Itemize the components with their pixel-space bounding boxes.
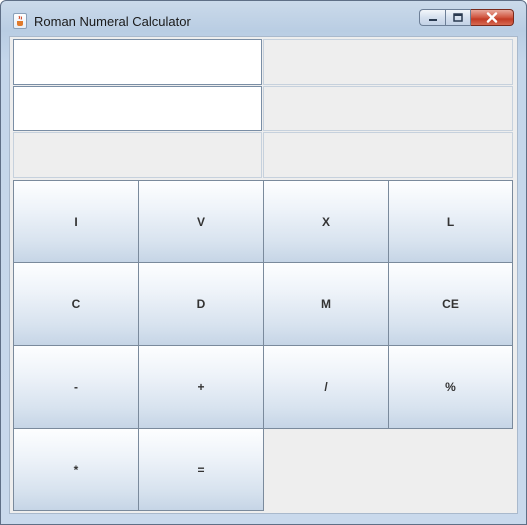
plus-button[interactable]: + xyxy=(138,345,264,429)
close-button[interactable] xyxy=(471,9,514,26)
key-x-button[interactable]: X xyxy=(263,180,389,263)
key-c-button[interactable]: C xyxy=(13,262,139,346)
equals-button[interactable]: = xyxy=(138,428,264,511)
minus-button[interactable]: - xyxy=(13,345,139,429)
maximize-button[interactable] xyxy=(445,9,471,26)
clear-entry-button[interactable]: CE xyxy=(388,262,513,346)
maximize-icon xyxy=(453,12,463,22)
calculator-panel: I V X L C D M CE - + / % * = xyxy=(9,36,518,514)
result-display xyxy=(13,132,262,178)
key-l-button[interactable]: L xyxy=(388,180,513,263)
minimize-button[interactable] xyxy=(419,9,445,26)
multiply-button[interactable]: * xyxy=(13,428,139,511)
second-readout xyxy=(263,86,513,131)
key-m-button[interactable]: M xyxy=(263,262,389,346)
divide-button[interactable]: / xyxy=(263,345,389,429)
first-number-input[interactable] xyxy=(13,39,262,85)
result-readout xyxy=(263,132,513,178)
window-title: Roman Numeral Calculator xyxy=(34,14,191,29)
modulo-button[interactable]: % xyxy=(388,345,513,429)
java-cup-icon[interactable] xyxy=(13,13,27,29)
title-bar[interactable]: Roman Numeral Calculator xyxy=(1,1,526,33)
key-i-button[interactable]: I xyxy=(13,180,139,263)
window-controls xyxy=(419,9,514,29)
key-v-button[interactable]: V xyxy=(138,180,264,263)
close-icon xyxy=(486,12,498,23)
key-d-button[interactable]: D xyxy=(138,262,264,346)
second-number-input[interactable] xyxy=(13,86,262,131)
first-readout xyxy=(263,39,513,85)
calculator-window: Roman Numeral Calculator I V X L C D M C… xyxy=(0,0,527,525)
minimize-icon xyxy=(428,18,437,21)
